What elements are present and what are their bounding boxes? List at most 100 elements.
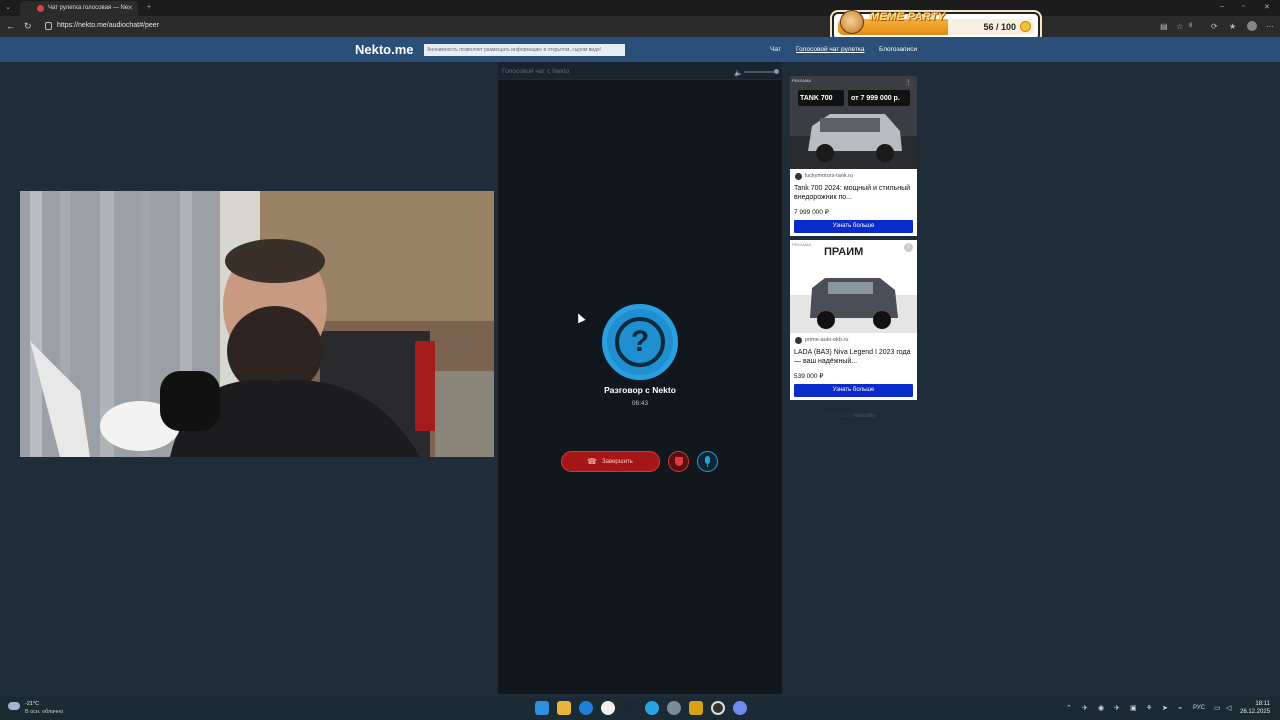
chat-panel-title: Голосовой чат с Nekto [502,68,570,75]
ad-cta-button[interactable]: Узнать больше [794,384,913,397]
tab-favicon-icon [37,5,44,12]
windows-taskbar: -21°C В осн. облачно ⌃ ✈ ◉ ✈ ▣ ⚘ ➤ ⌁ РУС… [0,697,1280,720]
call-timer: 06:43 [631,400,649,407]
microphone-button[interactable] [697,451,718,472]
tray-icon[interactable]: ✈ [1082,704,1088,712]
browser-tab[interactable]: Чат рулетка голосовая — Ne ✕ [20,1,138,16]
microphone-icon [705,456,710,464]
conversation-title: Разговор с Nekto [604,385,676,395]
weather-temperature: -21°C [25,701,40,707]
close-window-icon[interactable]: ✕ [1264,3,1270,11]
ad-brand-text: ПРАИМ [824,246,864,258]
tray-overflow-icon[interactable]: ⌃ [1066,704,1072,712]
usb-icon[interactable]: ⌁ [1178,704,1182,712]
ad-card-lada[interactable]: РЕКЛАМА i ПРАИМ prime-auto-ekb.ru LADA (… [790,240,917,400]
ad-title[interactable]: Tank 700 2024: мощный и стильный внедоро… [794,184,914,202]
file-explorer-icon[interactable] [557,701,571,715]
volume-slider-knob[interactable] [774,69,779,74]
clock-date: 26.12.2025 [1240,709,1271,715]
telegram-icon[interactable] [645,701,659,715]
meme-party-title: MEME PARTY [870,11,946,23]
chat-panel-header: Голосовой чат с Nekto 🔈 [498,62,782,80]
volume-slider[interactable] [744,71,778,73]
weather-description: В осн. облачно [25,709,64,715]
ad-domain[interactable]: prime-auto-ekb.ru [805,337,848,343]
network-icon[interactable]: ▭ [1214,704,1221,712]
settings-icon[interactable] [667,701,681,715]
app-icon-2[interactable] [733,701,747,715]
shield-icon [675,457,683,466]
tab-list-icon[interactable]: ⌄ [4,4,12,12]
more-menu-icon[interactable]: ⋯ [1266,22,1274,31]
microphone-stand [707,464,708,467]
reader-mode-icon[interactable]: ▤ [1160,22,1168,31]
webcam-image [20,191,494,457]
volume-tray-icon[interactable]: ◁ [1226,704,1231,712]
site-header: Nekto.me Анонимность позволяет размещать… [0,37,1280,62]
url-field[interactable]: https://nekto.me/audiochat#/peer [57,22,159,29]
site-info-icon[interactable] [45,22,52,30]
ad-title[interactable]: LADA (ВАЗ) Niva Legend I 2023 года — ваш… [794,348,914,366]
volume-icon[interactable]: 🔈 [734,69,743,77]
copyright: © 2013-2025 [820,413,852,419]
tab-close-icon[interactable]: ✕ [127,4,133,12]
ad-cta-button[interactable]: Узнать больше [794,220,913,233]
minimize-icon[interactable]: – [1220,3,1224,10]
report-button[interactable] [668,451,689,472]
tray-icon[interactable]: ◉ [1098,704,1104,712]
app-icon[interactable] [689,701,703,715]
maximize-icon[interactable]: ▫ [1242,3,1244,10]
ad-info-icon[interactable]: i [904,243,913,252]
ad-menu-icon[interactable]: ⋮ [904,79,913,88]
favorites-icon[interactable]: ★ [1229,22,1236,31]
tab-title: Чат рулетка голосовая — Ne [48,5,129,11]
meme-progress-count: 56 / 100 [983,22,1016,32]
tray-icon[interactable]: ➤ [1162,704,1168,712]
obs-icon[interactable] [711,701,725,715]
new-tab-icon[interactable]: + [145,4,153,12]
back-icon[interactable]: ← [6,22,15,31]
tray-icon[interactable]: ⚘ [1146,704,1152,712]
clock-time: 18:11 [1255,701,1270,707]
footer-link[interactable]: NektoMe [853,413,875,419]
site-footer: © 2013-2025 NektoMe [820,413,875,419]
system-clock[interactable]: 18:11 26.12.2025 [1240,700,1270,716]
ad-badge: РЕКЛАМА [792,78,811,83]
ad-domain-icon [795,337,802,344]
end-call-label: Завершить [602,459,633,465]
unknown-peer-avatar: ? [602,304,678,380]
doge-icon [840,10,864,34]
ad-card-tank[interactable]: РЕКЛАМА ⋮ TANK 700 от 7 999 000 р. lucky… [790,76,917,236]
hang-up-icon: ☎ [587,457,597,466]
start-icon[interactable] [535,701,549,715]
coin-icon [1020,21,1031,32]
nav-chat[interactable]: Чат [770,46,781,53]
nav-blog[interactable]: Блогозаписи [879,46,917,53]
ad-badge: РЕКЛАМА [792,242,811,247]
site-logo[interactable]: Nekto.me [355,42,414,57]
end-call-button[interactable]: ☎ Завершить [561,451,660,472]
ad-model-text: TANK 700 [800,95,833,102]
extension-count: 8 [1189,23,1193,29]
ad-domain[interactable]: luckymotors-tank.ru [805,173,853,179]
tray-icon[interactable]: ✈ [1114,704,1120,712]
ad-price: 539 000 ₽ [794,373,824,380]
ad-image-tank [790,76,917,169]
nav-voice-roulette[interactable]: Голосовой чат рулетка [796,46,864,53]
language-indicator[interactable]: РУС [1193,705,1205,711]
tray-icon[interactable]: ▣ [1130,704,1137,712]
reload-icon[interactable]: ↻ [24,22,32,31]
profile-avatar[interactable] [1247,21,1257,31]
edge-icon[interactable] [579,701,593,715]
extensions-icon[interactable]: ⟳ [1211,22,1218,31]
cloud-icon [8,702,20,710]
site-slogan: Анонимность позволяет размещать информац… [424,44,625,56]
steam-icon[interactable] [623,701,637,715]
bookmark-star-icon[interactable]: ☆ [1176,22,1183,31]
ad-price-overlay: от 7 999 000 р. [851,95,900,102]
webcam-overlay [20,191,494,457]
address-bar-row: ← ↻ https://nekto.me/audiochat#/peer ▤ ☆… [0,16,1280,37]
yandex-browser-icon[interactable] [601,701,615,715]
ad-domain-icon [795,173,802,180]
question-mark-icon: ? [615,317,665,367]
